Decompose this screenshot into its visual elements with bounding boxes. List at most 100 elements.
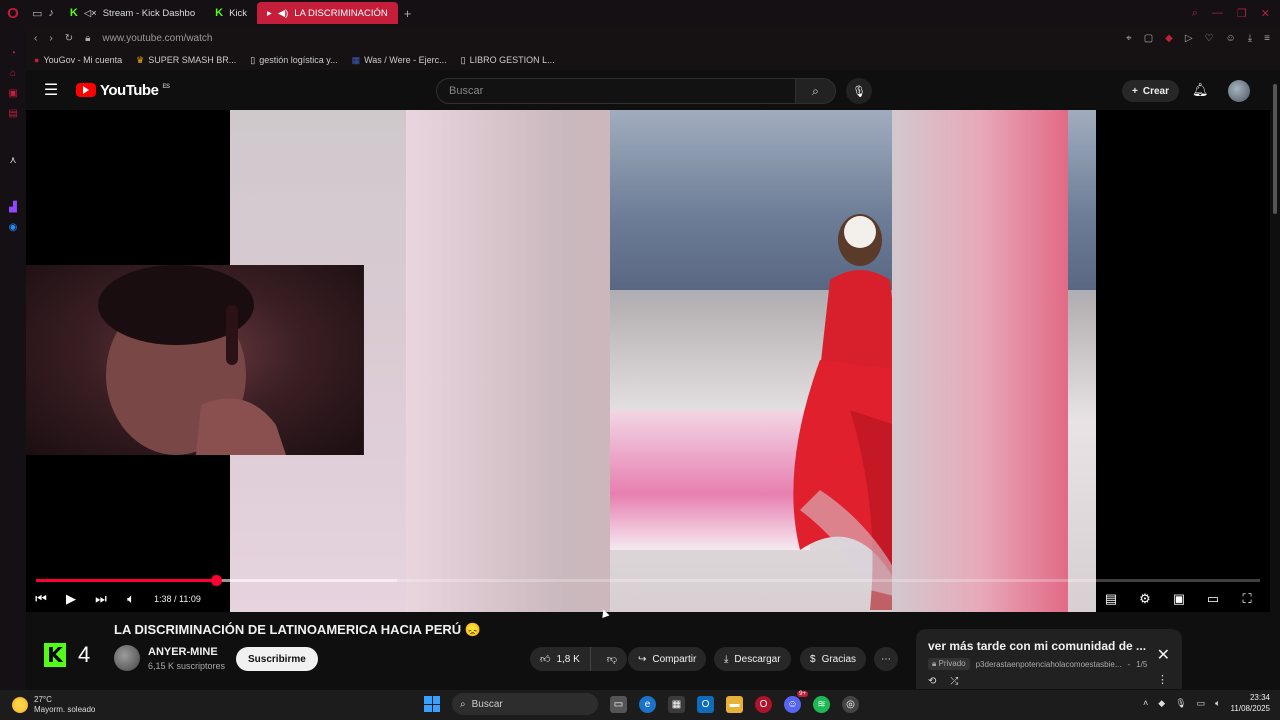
url-field[interactable]: www.youtube.com/watch — [102, 33, 212, 44]
chevron-up-icon[interactable]: ˄ — [1143, 698, 1148, 708]
bookmark-yougov[interactable]: ● YouGov - Mi cuenta — [34, 55, 122, 65]
playlist-actions: ⟲ ⤮ — [928, 676, 1170, 687]
opera-gx-icon[interactable]: O — [755, 695, 772, 713]
share-button[interactable]: ↪ Compartir — [628, 647, 707, 671]
speaker-icon[interactable]: 🔈︎ — [1215, 698, 1220, 709]
temperature: 27°C — [34, 695, 52, 704]
video-player[interactable]: 2 ⏮︎ ▶︎ ⏭︎ 🔈︎ 1:38 / 11:09 ▤ ⚙︎ ▣ ▭ ⛶ — [26, 110, 1270, 612]
heart-icon[interactable]: ♡ — [1205, 33, 1214, 44]
create-button[interactable]: + Crear — [1122, 80, 1179, 102]
pin-icon[interactable]: ⌖ — [1126, 33, 1132, 44]
dislike-button[interactable]: 👎︎ — [597, 653, 627, 665]
shield-icon[interactable]: ◆ — [1165, 33, 1173, 44]
windows-start-icon[interactable] — [424, 696, 440, 712]
tiktok-icon[interactable]: ♪ — [48, 7, 54, 20]
twitch-icon[interactable]: ▟ — [9, 202, 17, 213]
back-icon[interactable]: ‹ — [34, 33, 37, 44]
notifications-bell-icon[interactable]: 🔔︎ — [1192, 82, 1209, 98]
reload-icon[interactable]: ↻ — [65, 33, 73, 44]
news-icon[interactable]: ▣ — [8, 88, 17, 99]
bookmark-smash[interactable]: ♛ SUPER SMASH BR... — [136, 55, 236, 66]
loop-icon[interactable]: ⟲ — [928, 676, 936, 687]
ai-icon[interactable]: ⋏ — [9, 155, 16, 166]
playlist-owner[interactable]: p3derastaenpotenciaholacomoestasbie... — [976, 660, 1122, 669]
thanks-button[interactable]: $ Gracias — [800, 647, 867, 671]
mute-icon[interactable]: ◁× — [84, 8, 97, 19]
more-icon: ⋯ — [881, 653, 891, 665]
search-icon: ⌕ — [812, 83, 819, 98]
hamburger-menu-icon[interactable]: ☰ — [26, 80, 76, 100]
subscribe-button[interactable]: Suscribirme — [236, 647, 318, 671]
snapshot-icon[interactable]: ▢ — [1144, 33, 1153, 44]
more-actions-button[interactable]: ⋯ — [874, 647, 898, 671]
volume-icon[interactable]: 🔈︎ — [116, 591, 146, 607]
search-button[interactable]: ⌕ — [796, 78, 836, 104]
app-icon[interactable]: ◎ — [842, 695, 859, 713]
tab-kick[interactable]: K Kick — [205, 2, 257, 24]
account-icon[interactable]: ☺ — [1226, 33, 1236, 44]
progress-bar[interactable] — [36, 575, 1260, 586]
progress-scrubber[interactable] — [210, 575, 222, 586]
minimize-icon[interactable]: — — [1212, 7, 1223, 20]
play-icon[interactable]: ▷ — [1185, 33, 1193, 44]
subtitles-icon[interactable]: ▤ — [1096, 591, 1126, 607]
close-icon[interactable]: ✕ — [1157, 645, 1170, 665]
clock[interactable]: 23:34 11/08/2025 — [1231, 692, 1270, 714]
playlist-title[interactable]: ver más tarde con mi comunidad de ... — [928, 639, 1170, 653]
microphone-icon[interactable]: 🎙︎ — [1175, 698, 1186, 709]
tab-youtube-video[interactable]: ▸ ◀) LA DISCRIMINACIÓN — [257, 2, 398, 24]
search-input[interactable] — [436, 78, 796, 104]
more-vert-icon[interactable]: ⋮ — [1157, 673, 1168, 686]
voice-search-button[interactable]: 🎙︎ — [846, 78, 872, 104]
next-icon[interactable]: ⏭︎ — [86, 591, 116, 607]
bag-icon[interactable]: ⌂ — [10, 68, 16, 79]
theater-mode-icon[interactable]: ▭ — [1198, 591, 1228, 607]
scrollbar-thumb[interactable] — [1273, 84, 1277, 214]
taskbar-apps: ⌕ Buscar ▭ e ▦ O ▬ O ☺ 9+ ≋ ◎ — [424, 690, 859, 715]
play-icon[interactable]: ▶︎ — [56, 591, 86, 607]
bookmark-libro[interactable]: ▯ LIBRO GESTION L... — [461, 55, 555, 66]
miniplayer-icon[interactable]: ▣ — [1164, 591, 1194, 607]
previous-icon[interactable]: ⏮︎ — [26, 591, 56, 607]
download-icon[interactable]: ⤓ — [1248, 33, 1252, 44]
history-icon[interactable]: ◔ — [10, 48, 16, 59]
channel-avatar[interactable] — [114, 645, 140, 671]
fullscreen-icon[interactable]: ⛶ — [1232, 591, 1262, 607]
forward-icon[interactable]: › — [49, 33, 52, 44]
store-icon[interactable]: ▦ — [668, 695, 685, 713]
webcam-overlay — [26, 265, 364, 455]
channel-name[interactable]: ANYER-MINE — [148, 646, 218, 658]
file-explorer-icon[interactable]: ▬ — [726, 695, 743, 713]
outlook-icon[interactable]: O — [697, 695, 714, 713]
page-scrollbar[interactable] — [1270, 70, 1280, 690]
search-icon[interactable]: ⌕ — [1192, 7, 1198, 20]
task-view-icon[interactable]: ▭ — [610, 695, 627, 713]
discord-icon[interactable]: ☺ 9+ — [784, 690, 808, 713]
new-tab-button[interactable]: + — [398, 6, 418, 21]
gamepad-icon[interactable]: ▭ — [32, 7, 42, 20]
maximize-icon[interactable]: ❐ — [1237, 7, 1247, 20]
tab-kick-dashboard[interactable]: K ◁× Stream - Kick Dashbo — [60, 2, 205, 24]
mail-icon[interactable]: ▤ — [8, 108, 17, 119]
speaker-icon[interactable]: ◀) — [278, 8, 288, 19]
taskbar-search[interactable]: ⌕ Buscar — [452, 693, 598, 715]
opera-logo-icon[interactable]: O — [0, 0, 26, 26]
weather-widget[interactable]: 27°C Mayorm. soleado — [0, 695, 200, 715]
sun-icon — [12, 697, 28, 713]
like-button[interactable]: 👍︎ 1,8 K — [530, 647, 591, 671]
account-avatar[interactable] — [1228, 80, 1250, 102]
messenger-icon[interactable]: ◉ — [9, 222, 18, 233]
settings-gear-icon[interactable]: ⚙︎ — [1130, 591, 1160, 607]
bookmark-gestion[interactable]: ▯ gestión logística y... — [250, 55, 337, 66]
nvidia-icon[interactable]: ◆ — [1158, 698, 1165, 709]
close-icon[interactable]: ✕ — [1261, 7, 1270, 20]
menu-icon[interactable]: ≡ — [1264, 33, 1270, 44]
shuffle-icon[interactable]: ⤮ — [950, 676, 958, 687]
youtube-logo[interactable]: YouTube ES — [76, 82, 170, 99]
jersey-number: 2 — [990, 170, 1029, 235]
spotify-icon[interactable]: ≋ — [813, 695, 830, 713]
bookmark-was-were[interactable]: ▦ Was / Were - Ejerc... — [352, 55, 447, 66]
edge-icon[interactable]: e — [639, 695, 656, 713]
display-icon[interactable]: ▭ — [1197, 698, 1206, 709]
download-button[interactable]: ⤓ Descargar — [714, 647, 791, 671]
